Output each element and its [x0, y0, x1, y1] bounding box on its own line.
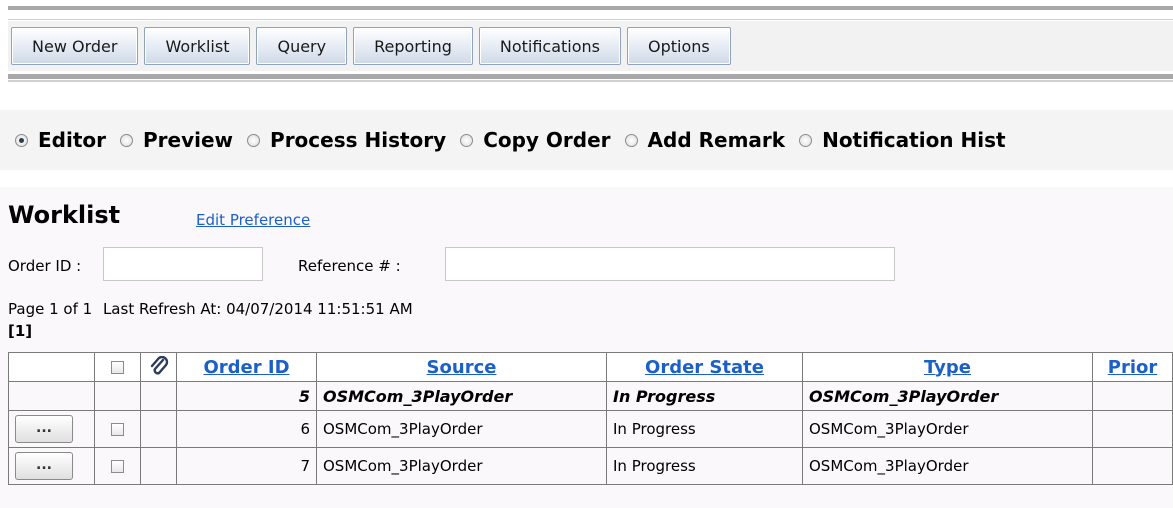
- checkbox-icon[interactable]: [111, 361, 124, 374]
- query-button[interactable]: Query: [256, 27, 348, 65]
- order-state-cell: In Progress: [606, 410, 803, 448]
- priority-cell: [1092, 381, 1173, 411]
- source-cell: OSMCom_3PlayOrder: [316, 410, 607, 448]
- select-all-cell: [94, 352, 141, 382]
- select-cell: [94, 381, 141, 411]
- type-cell: OSMCom_3PlayOrder: [802, 381, 1093, 411]
- order-id-input[interactable]: [103, 247, 263, 281]
- action-cell: [8, 381, 95, 411]
- mode-option-add-remark[interactable]: Add Remark: [624, 128, 786, 152]
- priority-cell: [1092, 410, 1173, 448]
- type-sort-link[interactable]: Type: [924, 357, 971, 378]
- notifications-button[interactable]: Notifications: [478, 27, 622, 65]
- mode-label-process-history: Process History: [270, 128, 447, 152]
- reporting-button[interactable]: Reporting: [353, 27, 473, 65]
- toolbar-top-highlight: [8, 19, 1173, 20]
- order-state-cell: In Progress: [606, 447, 803, 485]
- last-refresh: Last Refresh At: 04/07/2014 11:51:51 AM: [102, 300, 413, 318]
- attachment-cell: [140, 381, 177, 411]
- action-cell: ...: [8, 410, 95, 448]
- order-id-cell: 6: [176, 410, 317, 448]
- order-id-column-header[interactable]: Order ID: [176, 352, 317, 382]
- mode-option-process-history[interactable]: Process History: [247, 128, 446, 152]
- mode-label-copy-order: Copy Order: [483, 128, 611, 152]
- page-info: Page 1 of 1 Last Refresh At: 04/07/2014 …: [8, 300, 413, 318]
- radio-copy-order[interactable]: [460, 133, 474, 147]
- action-cell: ...: [8, 447, 95, 485]
- table-row[interactable]: ... 7 OSMCom_3PlayOrder In Progress OSMC…: [8, 447, 1173, 485]
- row-actions-button[interactable]: ...: [15, 452, 73, 480]
- mode-option-preview[interactable]: Preview: [120, 128, 233, 152]
- edit-preference-link[interactable]: Edit Preference: [196, 211, 310, 229]
- mode-selector: Editor Preview Process History Copy Orde…: [0, 110, 1173, 170]
- row-checkbox[interactable]: [111, 423, 124, 436]
- main-toolbar: New Order Worklist Query Reporting Notif…: [8, 21, 1173, 71]
- source-column-header[interactable]: Source: [316, 352, 607, 382]
- table-row[interactable]: ... 6 OSMCom_3PlayOrder In Progress OSMC…: [8, 410, 1173, 448]
- order-id-cell: 5: [176, 381, 317, 411]
- toolbar-top-border: [8, 6, 1173, 10]
- type-cell: OSMCom_3PlayOrder: [802, 447, 1093, 485]
- mode-label-editor: Editor: [38, 128, 106, 152]
- options-button[interactable]: Options: [627, 27, 731, 65]
- order-id-sort-link[interactable]: Order ID: [203, 357, 289, 378]
- radio-process-history[interactable]: [247, 133, 261, 147]
- page-count: Page 1 of 1: [8, 300, 93, 318]
- select-cell: [94, 447, 141, 485]
- row-actions-button[interactable]: ...: [15, 415, 73, 443]
- source-cell: OSMCom_3PlayOrder: [316, 381, 607, 411]
- type-column-header[interactable]: Type: [802, 352, 1093, 382]
- toolbar-bottom-border: [8, 74, 1173, 79]
- new-order-button[interactable]: New Order: [11, 27, 139, 65]
- radio-notification-history[interactable]: [799, 133, 813, 147]
- radio-add-remark[interactable]: [624, 133, 638, 147]
- order-id-cell: 7: [176, 447, 317, 485]
- worklist-panel: Worklist Edit Preference Order ID : Refe…: [0, 187, 1173, 508]
- order-state-cell: In Progress: [606, 381, 803, 411]
- mode-option-notification-history[interactable]: Notification Hist: [799, 128, 1006, 152]
- toolbar-bottom-highlight: [8, 80, 1173, 82]
- order-state-column-header[interactable]: Order State: [606, 352, 803, 382]
- attachment-column-header: [140, 352, 177, 382]
- action-column-header: [8, 352, 95, 382]
- table-header-row: Order ID Source Order State Type Prior: [8, 352, 1173, 382]
- radio-preview[interactable]: [120, 133, 133, 147]
- attachment-cell: [140, 447, 177, 485]
- mode-label-notification-history: Notification Hist: [822, 128, 1006, 152]
- source-cell: OSMCom_3PlayOrder: [316, 447, 607, 485]
- mode-label-add-remark: Add Remark: [647, 128, 786, 152]
- select-cell: [94, 410, 141, 448]
- paperclip-icon: [150, 356, 168, 375]
- priority-column-header[interactable]: Prior: [1092, 352, 1173, 382]
- page-links[interactable]: [1]: [8, 322, 32, 340]
- reference-label: Reference # :: [298, 257, 401, 275]
- mode-label-preview: Preview: [143, 128, 234, 152]
- worklist-button[interactable]: Worklist: [144, 27, 251, 65]
- priority-cell: [1092, 447, 1173, 485]
- mode-option-copy-order[interactable]: Copy Order: [460, 128, 611, 152]
- radio-editor[interactable]: [15, 133, 28, 147]
- attachment-cell: [140, 410, 177, 448]
- row-checkbox[interactable]: [111, 460, 124, 473]
- type-cell: OSMCom_3PlayOrder: [802, 410, 1093, 448]
- worklist-table: Order ID Source Order State Type Prior 5…: [8, 352, 1173, 485]
- table-row[interactable]: 5 OSMCom_3PlayOrder In Progress OSMCom_3…: [8, 381, 1173, 411]
- reference-input[interactable]: [445, 247, 895, 281]
- order-state-sort-link[interactable]: Order State: [645, 357, 764, 378]
- page-title: Worklist: [8, 201, 121, 229]
- mode-option-editor[interactable]: Editor: [15, 128, 106, 152]
- order-id-label: Order ID :: [8, 257, 82, 275]
- source-sort-link[interactable]: Source: [427, 357, 497, 378]
- priority-sort-link[interactable]: Prior: [1108, 357, 1157, 378]
